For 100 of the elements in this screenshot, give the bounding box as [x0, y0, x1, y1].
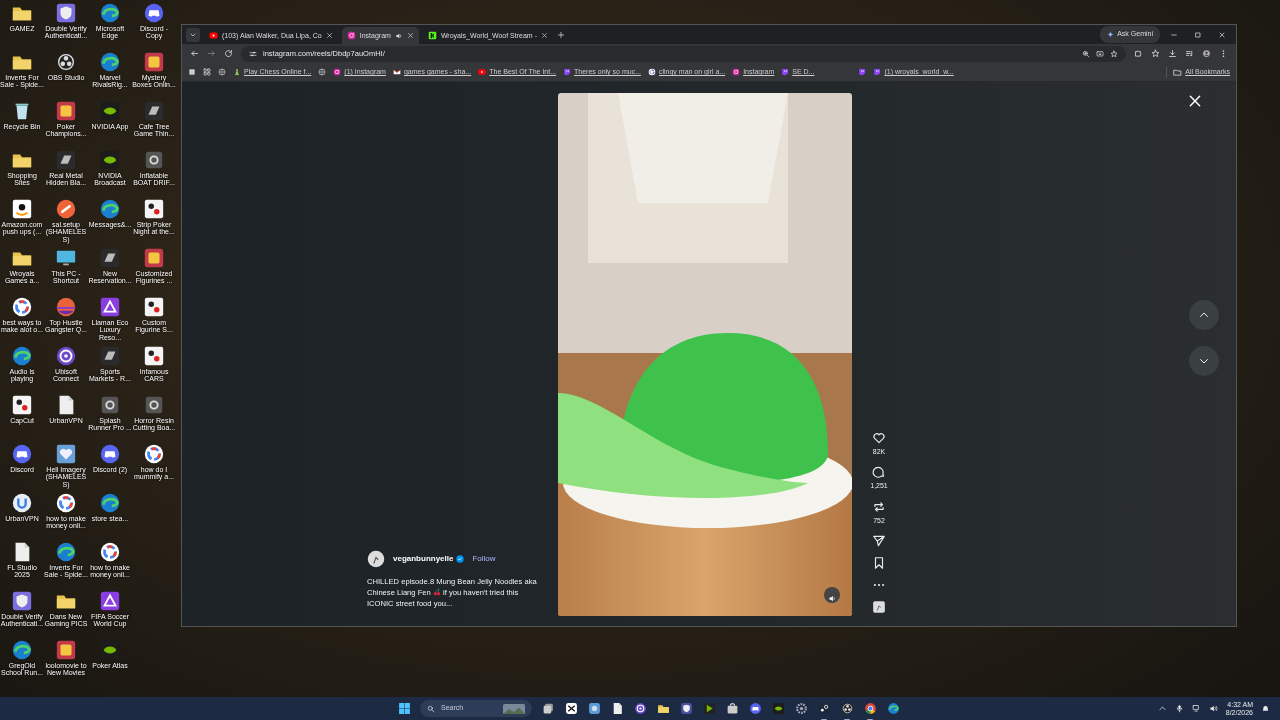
profile-icon[interactable]	[1202, 49, 1211, 59]
aperture-icon[interactable]	[840, 702, 854, 715]
star-list-icon[interactable]	[1151, 49, 1160, 59]
app-tile-icon[interactable]	[143, 296, 165, 318]
app-tile-icon[interactable]	[99, 590, 121, 612]
maximize-icon[interactable]	[1194, 30, 1202, 39]
close-icon[interactable]	[325, 32, 333, 40]
swirl-icon[interactable]	[11, 345, 33, 367]
swirl-icon[interactable]	[99, 51, 121, 73]
app-tile-icon[interactable]	[143, 394, 165, 416]
microphone-icon[interactable]	[1174, 704, 1184, 713]
swirl-icon[interactable]	[99, 492, 121, 514]
forward-arrow-icon[interactable]	[207, 49, 216, 59]
shield-icon[interactable]	[55, 2, 77, 24]
app-tile-icon[interactable]	[11, 394, 33, 416]
swirl-icon[interactable]	[633, 702, 647, 715]
globe-icon[interactable]	[218, 68, 226, 77]
repost-icon[interactable]	[872, 499, 886, 514]
swirl-icon[interactable]	[11, 639, 33, 661]
vpn-icon[interactable]	[11, 492, 33, 514]
swirl-icon[interactable]	[99, 2, 121, 24]
app-tile-icon[interactable]	[99, 394, 121, 416]
google-icon[interactable]	[55, 492, 77, 514]
avatar-icon[interactable]	[367, 550, 385, 568]
scissors-tile-icon[interactable]	[564, 702, 578, 715]
app-tile-icon[interactable]	[99, 345, 121, 367]
app-tile-icon[interactable]	[771, 702, 785, 715]
close-button[interactable]	[1188, 94, 1202, 108]
chat-bubble-icon[interactable]	[858, 68, 867, 77]
app-tile-icon[interactable]	[55, 639, 77, 661]
swirl-icon[interactable]	[55, 345, 77, 367]
app-tile-icon[interactable]	[55, 100, 77, 122]
app-tile-icon[interactable]	[143, 51, 165, 73]
app-tile-icon[interactable]	[99, 247, 121, 269]
google-icon[interactable]	[11, 296, 33, 318]
comment-icon[interactable]	[872, 465, 886, 479]
site-settings-icon[interactable]	[249, 49, 257, 58]
app-tile-icon[interactable]	[99, 149, 121, 171]
puzzle-icon[interactable]	[1134, 49, 1143, 59]
folder-icon[interactable]	[656, 702, 670, 715]
download-icon[interactable]	[1168, 49, 1177, 59]
zoom-icon[interactable]	[1082, 49, 1090, 58]
square-icon[interactable]	[188, 68, 196, 77]
sunset-icon[interactable]	[55, 296, 77, 318]
star-icon[interactable]	[1110, 49, 1118, 58]
heart-icon[interactable]	[872, 430, 886, 445]
speaker-icon[interactable]	[828, 594, 837, 603]
media-icon[interactable]	[1185, 49, 1194, 59]
bookmark-icon[interactable]	[872, 556, 886, 570]
gamepad-face-icon[interactable]	[11, 443, 33, 465]
link-icon[interactable]	[55, 198, 77, 220]
apps-grid-icon[interactable]	[203, 68, 211, 77]
plus-icon[interactable]	[556, 30, 565, 39]
app-tile-icon[interactable]	[11, 198, 33, 220]
app-tile-icon[interactable]	[143, 247, 165, 269]
globe-icon[interactable]	[318, 68, 327, 77]
send-icon[interactable]	[872, 534, 886, 548]
play-tile-icon[interactable]	[702, 702, 716, 715]
network-icon[interactable]	[1191, 704, 1201, 713]
shield-icon[interactable]	[11, 590, 33, 612]
swirl-icon[interactable]	[99, 198, 121, 220]
heart-tile-icon[interactable]	[55, 443, 77, 465]
windows-start-icon[interactable]	[398, 702, 411, 715]
shield-icon[interactable]	[679, 702, 693, 715]
gear-icon[interactable]	[794, 702, 808, 715]
swirl-icon[interactable]	[55, 541, 77, 563]
speaker-icon[interactable]	[1208, 704, 1218, 713]
reload-icon[interactable]	[224, 49, 233, 59]
swirl-icon[interactable]	[886, 702, 900, 715]
google-icon[interactable]	[99, 541, 121, 563]
chevron-up-icon[interactable]	[1157, 704, 1167, 713]
photo-tile-icon[interactable]	[587, 702, 601, 715]
app-tile-icon[interactable]	[143, 149, 165, 171]
app-tile-icon[interactable]	[143, 100, 165, 122]
gamepad-face-icon[interactable]	[748, 702, 762, 715]
app-tile-icon[interactable]	[55, 149, 77, 171]
google-icon[interactable]	[143, 443, 165, 465]
windows-stack-icon[interactable]	[541, 702, 555, 715]
close-icon[interactable]	[406, 32, 414, 40]
gamepad-face-icon[interactable]	[99, 443, 121, 465]
bag-icon[interactable]	[725, 702, 739, 715]
author-name[interactable]: veganbunnyelle	[393, 553, 454, 565]
cherry-icon	[432, 588, 441, 596]
k-tile-icon	[427, 31, 437, 41]
chrome-icon[interactable]	[863, 702, 877, 715]
aperture-icon[interactable]	[55, 51, 77, 73]
follow-link[interactable]: Follow	[472, 553, 496, 565]
screen-icon[interactable]	[1096, 49, 1104, 58]
app-tile-icon[interactable]	[99, 100, 121, 122]
app-tile-icon[interactable]	[143, 345, 165, 367]
app-tile-icon[interactable]	[99, 639, 121, 661]
gamepad-face-icon[interactable]	[143, 2, 165, 24]
app-tile-icon[interactable]	[99, 296, 121, 318]
google-icon	[647, 68, 656, 77]
close-icon[interactable]	[540, 32, 548, 40]
bell-icon[interactable]	[1261, 704, 1270, 713]
back-arrow-icon[interactable]	[190, 49, 199, 59]
app-tile-icon[interactable]	[143, 198, 165, 220]
close-icon[interactable]	[1218, 30, 1226, 39]
audio-thumbnail-icon[interactable]	[872, 600, 886, 614]
